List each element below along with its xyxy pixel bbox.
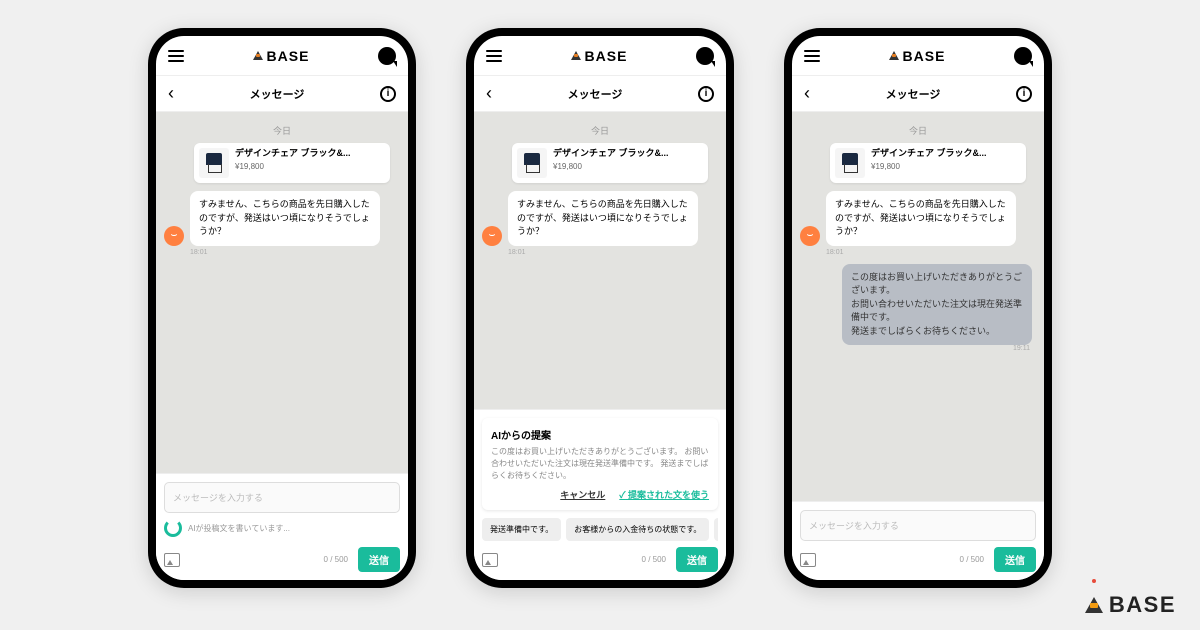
message-input[interactable]: メッセージを入力する [164,482,400,513]
phone-2: BASE ‹ メッセージ i 今日 デザインチェア ブラック&...¥19,80… [466,28,734,588]
message-input[interactable]: メッセージを入力する [800,510,1036,541]
ai-suggest-title: AIからの提案 [491,427,709,442]
topbar: BASE [156,36,408,76]
info-icon[interactable]: i [380,86,396,102]
back-icon[interactable]: ‹ [168,83,174,104]
back-icon[interactable]: ‹ [804,83,810,104]
avatar: ⌣ [800,226,820,246]
menu-icon[interactable] [804,50,820,62]
spinner-icon [164,519,182,537]
chat-body: 今日 デザインチェア ブラック&...¥19,800 ⌣ すみません、こちらの商… [156,112,408,473]
image-icon[interactable] [800,553,816,567]
phone-3: BASE ‹ メッセージ i 今日 デザインチェア ブラック&...¥19,80… [784,28,1052,588]
product-image [199,148,229,178]
ai-suggestion-panel: AIからの提案 この度はお買い上げいただきありがとうございます。 お問い合わせい… [482,418,718,510]
chip[interactable]: 発送準備中です。 [482,518,561,541]
brand-logo: BASE [571,48,628,64]
ai-suggest-body: この度はお買い上げいただきありがとうございます。 お問い合わせいただいた注文は現… [491,446,709,482]
page-title: メッセージ [250,86,305,102]
menu-icon[interactable] [168,50,184,62]
input-area: メッセージを入力する AIが投稿文を書いています... 0 / 500 送信 [156,473,408,580]
chip[interactable]: お客様からの入金待ちの状態です。 [566,518,709,541]
avatar: ⌣ [482,226,502,246]
image-icon[interactable] [164,553,180,567]
date-label: 今日 [164,124,400,137]
footer-brand-logo: BASE [1085,592,1176,618]
brand-logo: BASE [253,48,310,64]
send-button[interactable]: 送信 [994,547,1036,572]
product-card[interactable]: デザインチェア ブラック&...¥19,800 [194,143,390,183]
ai-loading: AIが投稿文を書いています... [164,519,400,537]
subheader: ‹ メッセージ i [156,76,408,112]
info-icon[interactable]: i [698,86,714,102]
chat-icon[interactable] [696,47,714,65]
timestamp: 18:01 [190,249,400,256]
product-card[interactable]: デザインチェア ブラック&...¥19,800 [830,143,1026,183]
brand-logo: BASE [889,48,946,64]
send-button[interactable]: 送信 [358,547,400,572]
product-card[interactable]: デザインチェア ブラック&...¥19,800 [512,143,708,183]
chat-icon[interactable] [378,47,396,65]
reply-message: この度はお買い上げいただきありがとうございます。 お問い合わせいただいた注文は現… [842,264,1032,346]
avatar: ⌣ [164,226,184,246]
char-count: 0 / 500 [324,555,348,564]
message-row: ⌣ すみません、こちらの商品を先日購入したのですが、発送はいつ頃になりそうでしょ… [164,191,400,246]
info-icon[interactable]: i [1016,86,1032,102]
logo-icon [1085,597,1103,613]
phone-1: BASE ‹ メッセージ i 今日 デザインチェア ブラック&...¥19,80… [148,28,416,588]
menu-icon[interactable] [486,50,502,62]
send-button[interactable]: 送信 [676,547,718,572]
chat-icon[interactable] [1014,47,1032,65]
chip[interactable]: キ [714,518,718,541]
suggestion-chips: 発送準備中です。 お客様からの入金待ちの状態です。 キ [482,518,718,541]
customer-message: すみません、こちらの商品を先日購入したのですが、発送はいつ頃になりそうでしょうか… [190,191,380,246]
use-suggestion-button[interactable]: ✓ 提案された文を使う [619,488,709,501]
cancel-button[interactable]: キャンセル [560,488,605,501]
back-icon[interactable]: ‹ [486,83,492,104]
image-icon[interactable] [482,553,498,567]
